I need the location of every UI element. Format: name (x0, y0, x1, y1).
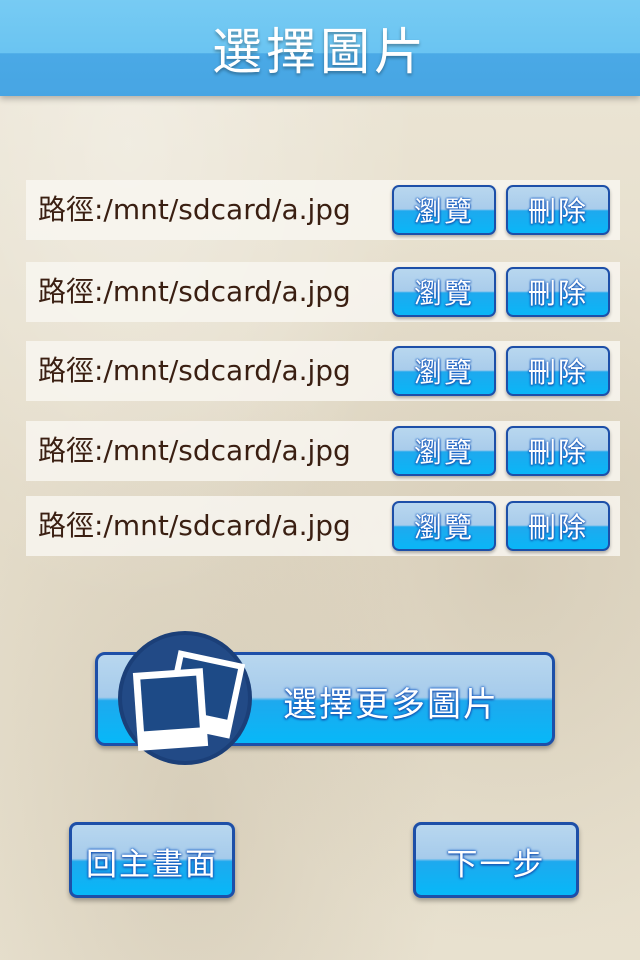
delete-button[interactable]: 刪除 (506, 267, 610, 317)
file-path: 路徑:/mnt/sdcard/a.jpg (38, 193, 351, 226)
title-bar: 選擇圖片 (0, 0, 640, 96)
file-row: 路徑:/mnt/sdcard/a.jpg 瀏覽 刪除 (26, 262, 620, 322)
file-row: 路徑:/mnt/sdcard/a.jpg 瀏覽 刪除 (26, 496, 620, 556)
delete-button[interactable]: 刪除 (506, 501, 610, 551)
page-title: 選擇圖片 (212, 23, 428, 81)
file-row: 路徑:/mnt/sdcard/a.jpg 瀏覽 刪除 (26, 341, 620, 401)
file-path: 路徑:/mnt/sdcard/a.jpg (38, 434, 351, 467)
file-row: 路徑:/mnt/sdcard/a.jpg 瀏覽 刪除 (26, 180, 620, 240)
browse-button[interactable]: 瀏覽 (392, 185, 496, 235)
browse-button[interactable]: 瀏覽 (392, 426, 496, 476)
photos-icon (118, 631, 252, 765)
select-more-label: 選擇更多圖片 (283, 685, 499, 725)
file-path: 路徑:/mnt/sdcard/a.jpg (38, 509, 351, 542)
file-path: 路徑:/mnt/sdcard/a.jpg (38, 275, 351, 308)
next-step-button[interactable]: 下一步 (413, 822, 579, 898)
file-path: 路徑:/mnt/sdcard/a.jpg (38, 354, 351, 387)
delete-button[interactable]: 刪除 (506, 426, 610, 476)
back-to-home-button[interactable]: 回主畫面 (69, 822, 235, 898)
browse-button[interactable]: 瀏覽 (392, 346, 496, 396)
delete-button[interactable]: 刪除 (506, 185, 610, 235)
file-row: 路徑:/mnt/sdcard/a.jpg 瀏覽 刪除 (26, 421, 620, 481)
browse-button[interactable]: 瀏覽 (392, 501, 496, 551)
delete-button[interactable]: 刪除 (506, 346, 610, 396)
browse-button[interactable]: 瀏覽 (392, 267, 496, 317)
